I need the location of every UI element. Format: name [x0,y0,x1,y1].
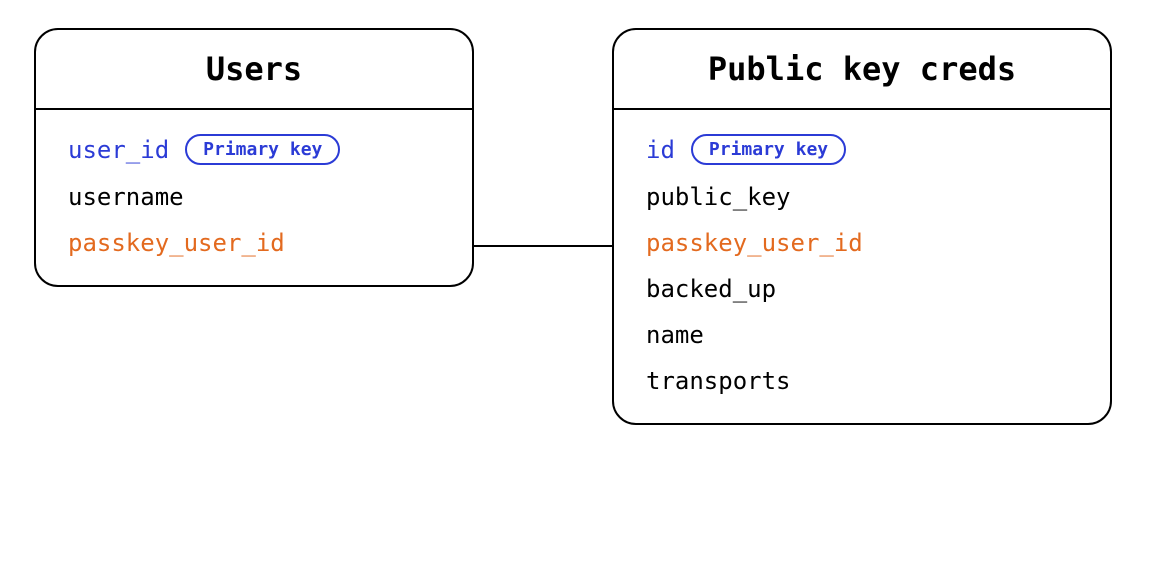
field-name-passkey-user-id-creds: passkey_user_id [646,229,863,257]
field-backed-up: backed_up [646,275,1078,303]
entity-public-key-creds: Public key creds id Primary key public_k… [612,28,1112,425]
entity-users: Users user_id Primary key username passk… [34,28,474,287]
field-name-id: id [646,136,675,164]
primary-key-badge: Primary key [185,134,340,165]
field-user-id: user_id Primary key [68,134,440,165]
field-name-backed-up: backed_up [646,275,776,303]
field-passkey-user-id-creds: passkey_user_id [646,229,1078,257]
field-name-name: name [646,321,704,349]
field-name-user-id: user_id [68,136,169,164]
field-username: username [68,183,440,211]
field-public-key: public_key [646,183,1078,211]
entity-body-creds: id Primary key public_key passkey_user_i… [614,110,1110,423]
entity-header-users: Users [36,30,472,110]
entity-header-creds: Public key creds [614,30,1110,110]
relationship-connector [474,245,612,247]
field-transports: transports [646,367,1078,395]
field-name-username: username [68,183,184,211]
entity-title-users: Users [36,50,472,88]
field-name-transports: transports [646,367,791,395]
entity-title-creds: Public key creds [614,50,1110,88]
er-diagram: Users user_id Primary key username passk… [0,0,1154,572]
field-name-field: name [646,321,1078,349]
field-name-public-key: public_key [646,183,791,211]
field-name-passkey-user-id-users: passkey_user_id [68,229,285,257]
entity-body-users: user_id Primary key username passkey_use… [36,110,472,285]
field-passkey-user-id-users: passkey_user_id [68,229,440,257]
field-id: id Primary key [646,134,1078,165]
primary-key-badge: Primary key [691,134,846,165]
